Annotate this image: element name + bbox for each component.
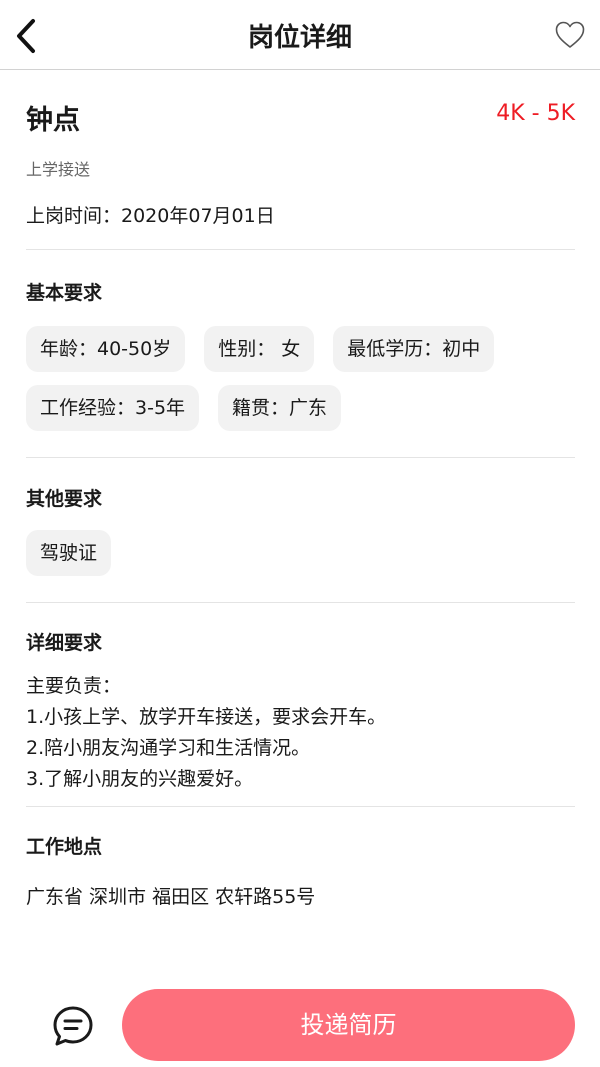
job-name: 钟点	[26, 105, 80, 136]
work-address: 广东省 深圳市 福田区 农轩路55号	[26, 886, 316, 908]
job-header: 钟点 4K - 5K	[26, 70, 575, 136]
favorite-button[interactable]	[554, 20, 586, 50]
section-title-location: 工作地点	[26, 836, 103, 858]
other-requirements-tags: 驾驶证	[26, 530, 575, 589]
job-detail-content: 钟点 4K - 5K 上学接送 上岗时间：2020年07月01日 基本要求 年龄…	[26, 70, 575, 908]
chat-button[interactable]	[51, 1004, 95, 1048]
page-title: 岗位详细	[247, 23, 352, 53]
bottom-action-bar: 投递简历	[0, 986, 600, 1067]
section-title-detail: 详细要求	[26, 632, 103, 654]
salary-range: 4K - 5K	[496, 101, 575, 126]
requirement-tag-age: 年龄：40-50岁	[26, 326, 186, 372]
divider	[26, 806, 575, 807]
requirement-tag-license: 驾驶证	[26, 530, 112, 576]
heart-outline-icon	[555, 21, 585, 48]
divider	[26, 602, 575, 603]
requirement-tag-hometown: 籍贯：广东	[218, 385, 342, 431]
section-title-basic: 基本要求	[26, 282, 103, 304]
requirement-tag-gender: 性别： 女	[204, 326, 315, 372]
top-nav-bar: 岗位详细	[0, 0, 600, 70]
basic-requirements-tags: 年龄：40-50岁 性别： 女 最低学历：初中 工作经验：3-5年 籍贯：广东	[26, 326, 575, 444]
requirement-tag-education: 最低学历：初中	[333, 326, 495, 372]
detail-line: 主要负责：	[26, 675, 122, 697]
job-subtitle: 上学接送	[26, 160, 91, 179]
detail-line: 2.陪小朋友沟通学习和生活情况。	[26, 737, 311, 759]
apply-resume-button[interactable]: 投递简历	[122, 989, 575, 1061]
requirement-tag-experience: 工作经验：3-5年	[26, 385, 200, 431]
detail-description: 主要负责： 1.小孩上学、放学开车接送，要求会开车。 2.陪小朋友沟通学习和生活…	[26, 671, 575, 795]
detail-line: 3.了解小朋友的兴趣爱好。	[26, 768, 254, 790]
divider	[26, 457, 575, 458]
divider	[26, 249, 575, 250]
section-title-other: 其他要求	[26, 488, 103, 510]
detail-line: 1.小孩上学、放学开车接送，要求会开车。	[26, 706, 387, 728]
start-time: 上岗时间：2020年07月01日	[26, 205, 275, 227]
chat-bubble-icon	[53, 1006, 93, 1046]
